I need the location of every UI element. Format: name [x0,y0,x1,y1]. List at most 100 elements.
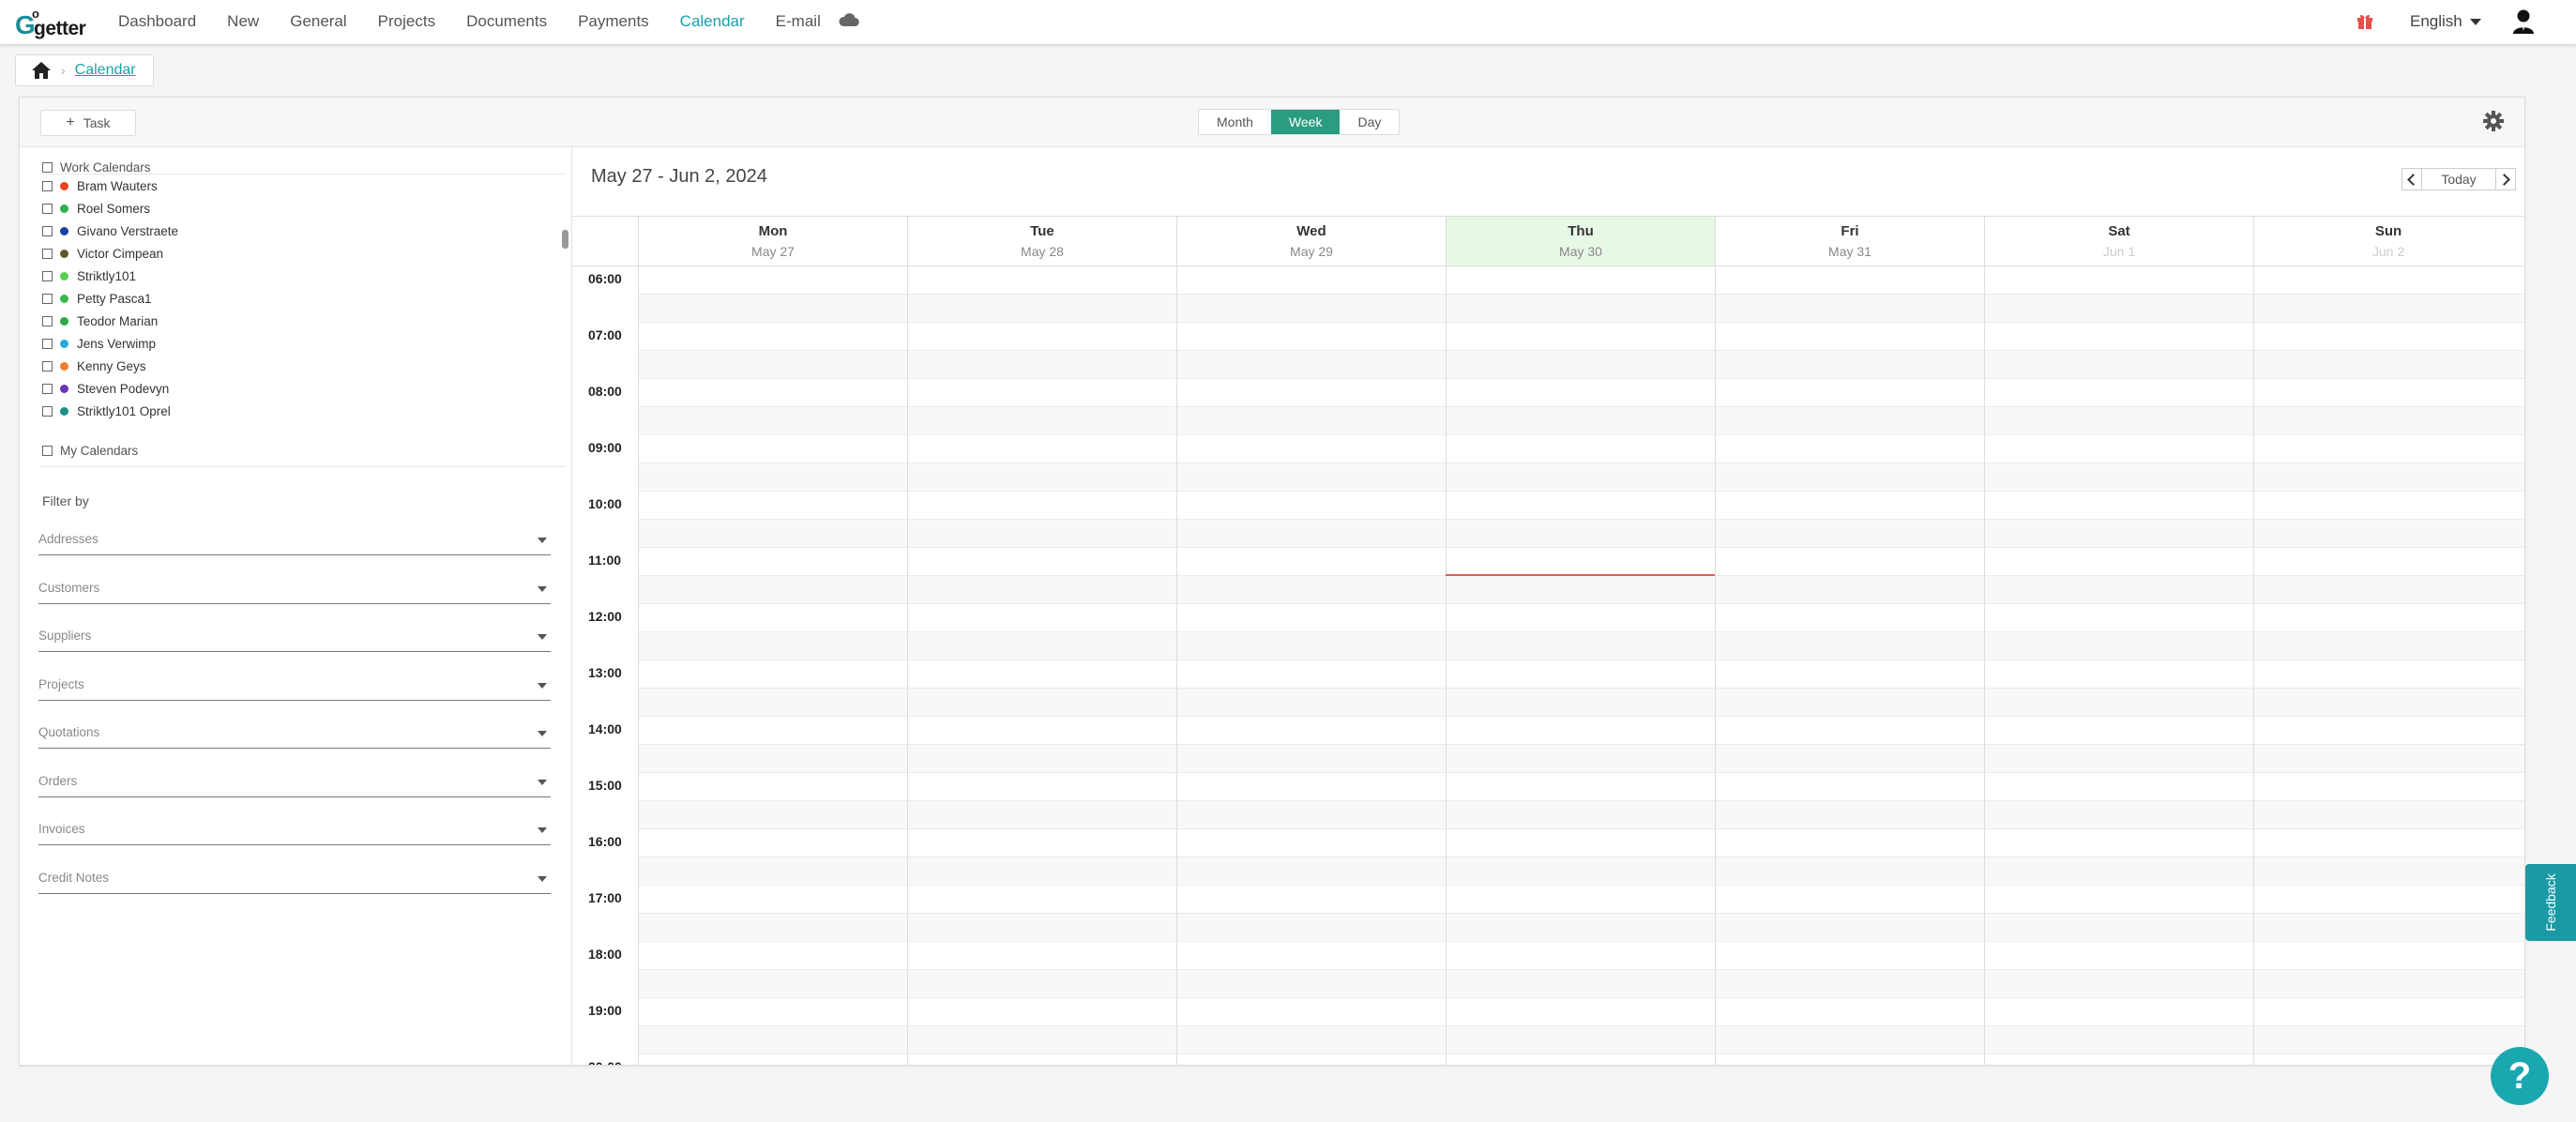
work-calendars-checkbox[interactable] [42,162,53,173]
time-slot[interactable] [638,744,2524,772]
calendar-item[interactable]: Petty Pasca1 [40,287,566,310]
previous-week-button[interactable] [2402,168,2422,190]
time-slot[interactable] [638,350,2524,378]
time-slot[interactable] [638,631,2524,660]
time-slot[interactable] [638,434,2524,462]
filter-orders-select[interactable]: Orders [38,768,551,797]
filter-addresses-select[interactable]: Addresses [38,526,551,555]
filter-invoices-select[interactable]: Invoices [38,816,551,845]
time-slot[interactable] [638,913,2524,941]
filter-projects-select[interactable]: Projects [38,672,551,701]
day-header[interactable]: Fri May 31 [1715,217,1984,265]
gift-icon[interactable] [2356,11,2374,30]
week-calendar: May 27 - Jun 2, 2024 Today Mon May 27 Tue M… [572,147,2524,1065]
nav-documents[interactable]: Documents [466,12,547,31]
calendar-item[interactable]: Striktly101 Oprel [40,400,566,420]
time-slot[interactable] [638,800,2524,828]
calendar-item[interactable]: Jens Verwimp [40,332,566,355]
time-slot[interactable] [638,322,2524,350]
nav-general[interactable]: General [290,12,346,31]
time-slot[interactable] [638,1054,2524,1065]
calendar-checkbox[interactable] [42,203,53,214]
calendar-checkbox[interactable] [42,180,53,191]
calendar-checkbox[interactable] [42,225,53,236]
time-slot[interactable] [638,660,2524,688]
time-slot[interactable] [638,997,2524,1025]
work-calendar-list: Bram Wauters Roel Somers Givano Verstraete… [40,174,566,420]
nav-new[interactable]: New [227,12,259,31]
user-icon[interactable] [2512,8,2535,35]
nav-payments[interactable]: Payments [578,12,649,31]
view-day-button[interactable]: Day [1340,110,1399,134]
calendar-checkbox[interactable] [42,383,53,394]
calendar-checkbox[interactable] [42,405,53,417]
view-month-button[interactable]: Month [1199,110,1271,134]
gogetter-logo[interactable]: Go getter [15,7,90,39]
nav-calendar[interactable]: Calendar [680,12,745,31]
time-slot[interactable] [638,603,2524,631]
today-button[interactable]: Today [2422,168,2495,190]
filter-credit-notes-select[interactable]: Credit Notes [38,865,551,894]
add-task-button[interactable]: + Task [40,110,136,136]
calendar-checkbox[interactable] [42,270,53,281]
filter-customers-select[interactable]: Customers [38,575,551,604]
calendar-checkbox[interactable] [42,293,53,304]
help-button[interactable]: ? [2491,1047,2549,1105]
time-slot[interactable] [638,406,2524,434]
calendar-checkbox[interactable] [42,315,53,326]
time-slot[interactable] [638,941,2524,969]
calendar-checkbox[interactable] [42,360,53,371]
day-header[interactable]: Sat Jun 1 [1984,217,2253,265]
nav-email[interactable]: E-mail [776,12,821,31]
language-selector[interactable]: English [2410,12,2481,31]
day-header[interactable]: Sun Jun 2 [2253,217,2523,265]
calendar-item[interactable]: Striktly101 [40,265,566,287]
calendar-item[interactable]: Roel Somers [40,197,566,220]
feedback-tab[interactable]: Feedback [2525,864,2576,941]
view-week-button[interactable]: Week [1270,110,1341,134]
feedback-label: Feedback [2543,873,2558,932]
time-slot[interactable] [638,828,2524,857]
time-slot[interactable] [638,519,2524,547]
nav-projects[interactable]: Projects [378,12,435,31]
my-calendars-checkbox[interactable] [42,446,53,456]
time-slot[interactable] [638,294,2524,322]
calendar-list-scrollbar[interactable] [562,230,568,249]
calendar-item[interactable]: Victor Cimpean [40,242,566,265]
nav-dashboard[interactable]: Dashboard [118,12,196,31]
time-slot[interactable] [638,716,2524,744]
day-header[interactable]: Mon May 27 [638,217,907,265]
time-slot[interactable] [638,462,2524,491]
time-slot[interactable] [638,969,2524,997]
cloud-icon[interactable] [839,12,859,27]
day-header[interactable]: Tue May 28 [907,217,1176,265]
time-slot[interactable] [638,575,2524,603]
filter-suppliers-select[interactable]: Suppliers [38,623,551,652]
day-header[interactable]: Thu May 30 [1446,217,1715,265]
my-calendars-header[interactable]: My Calendars [42,444,138,458]
calendar-checkbox[interactable] [42,338,53,349]
calendar-checkbox[interactable] [42,248,53,259]
time-slot[interactable] [638,772,2524,800]
time-slot[interactable] [638,265,2524,294]
time-slot[interactable] [638,688,2524,716]
time-slot[interactable] [638,547,2524,575]
calendar-item[interactable]: Teodor Marian [40,310,566,332]
time-slot[interactable] [638,378,2524,406]
work-calendars-header[interactable]: Work Calendars [42,160,151,174]
filter-quotations-select[interactable]: Quotations [38,720,551,749]
day-header[interactable]: Wed May 29 [1176,217,1446,265]
calendar-name: Givano Verstraete [77,223,179,238]
time-slot[interactable] [638,1025,2524,1054]
next-week-button[interactable] [2495,168,2516,190]
time-slot[interactable] [638,857,2524,885]
time-slot[interactable] [638,491,2524,519]
time-slot[interactable] [638,885,2524,913]
calendar-item[interactable]: Steven Podevyn [40,377,566,400]
gear-icon[interactable] [2483,111,2504,131]
home-icon[interactable] [31,61,52,80]
calendar-item[interactable]: Kenny Geys [40,355,566,377]
calendar-item[interactable]: Bram Wauters [40,174,566,197]
calendar-item[interactable]: Givano Verstraete [40,220,566,242]
breadcrumb-calendar-link[interactable]: Calendar [75,62,136,79]
